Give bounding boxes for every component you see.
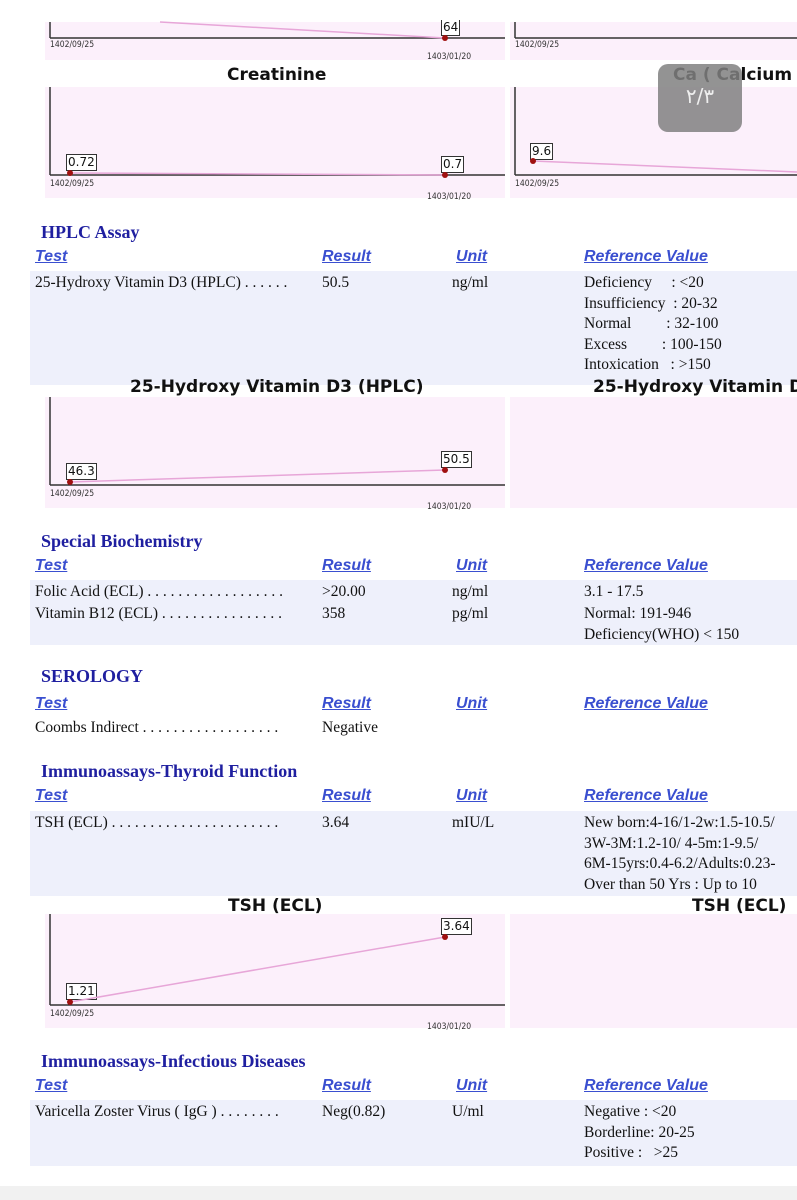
series-line [159,21,446,39]
data-point [442,934,448,940]
bottom-bar [0,1186,797,1200]
series-line [532,160,797,173]
charts-svg [49,21,797,1006]
data-point [442,467,448,473]
data-point [442,35,448,41]
data-point [67,479,73,485]
data-point [67,170,73,176]
series-line [69,469,446,483]
data-point [67,999,73,1005]
series-line [69,936,446,1003]
data-point [530,158,536,164]
data-point [442,172,448,178]
